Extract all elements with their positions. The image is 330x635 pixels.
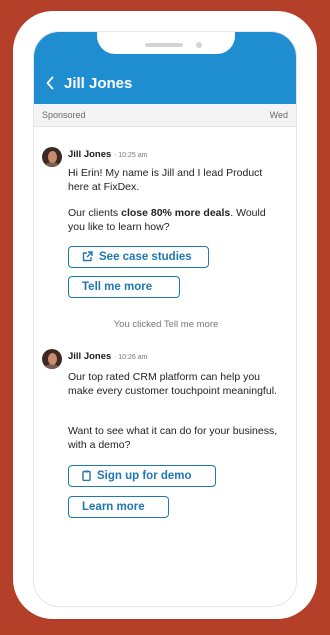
speaker-slot xyxy=(145,43,183,47)
phone-frame: Jill Jones Sponsored Wed Jill Jones · 10… xyxy=(13,11,317,619)
phone-notch xyxy=(97,32,235,54)
learn-more-button[interactable]: Learn more xyxy=(68,496,169,518)
back-button[interactable] xyxy=(46,76,54,90)
message-time: · 10:26 am xyxy=(113,354,148,361)
avatar[interactable] xyxy=(42,349,62,369)
clipboard-icon xyxy=(82,468,91,488)
message-text: Our top rated CRM platform can help you … xyxy=(68,371,277,397)
message-text-offer: Our clients close 80% more deals. Would … xyxy=(68,207,266,233)
sponsored-bar: Sponsored Wed xyxy=(34,104,296,127)
message-text-demo: Want to see what it can do for your busi… xyxy=(68,425,278,451)
date-label: Wed xyxy=(269,110,288,120)
sender-name[interactable]: Jill Jones xyxy=(68,149,111,160)
contact-name-title[interactable]: Jill Jones xyxy=(64,75,132,92)
see-case-studies-button[interactable]: See case studies xyxy=(68,246,209,268)
sender-line: Jill Jones · 10:26 am xyxy=(68,351,147,362)
sign-up-for-demo-button[interactable]: Sign up for demo xyxy=(68,465,216,487)
highlight-text: close 80% more deals xyxy=(121,207,231,219)
sender-line: Jill Jones · 10:25 am xyxy=(68,149,147,160)
camera-dot xyxy=(196,42,202,48)
chevron-left-icon xyxy=(46,76,54,90)
tell-me-more-button[interactable]: Tell me more xyxy=(68,276,180,298)
avatar[interactable] xyxy=(42,147,62,167)
message-text: Hi Erin! My name is Jill and I lead Prod… xyxy=(68,167,263,193)
sender-name[interactable]: Jill Jones xyxy=(68,351,111,362)
external-link-icon xyxy=(82,249,93,269)
conversation-header: Jill Jones xyxy=(34,32,296,104)
phone-screen: Jill Jones Sponsored Wed Jill Jones · 10… xyxy=(33,31,297,607)
sponsored-label: Sponsored xyxy=(42,110,86,120)
clicked-status: You clicked Tell me more xyxy=(113,319,219,330)
message-time: · 10:25 am xyxy=(113,152,148,159)
